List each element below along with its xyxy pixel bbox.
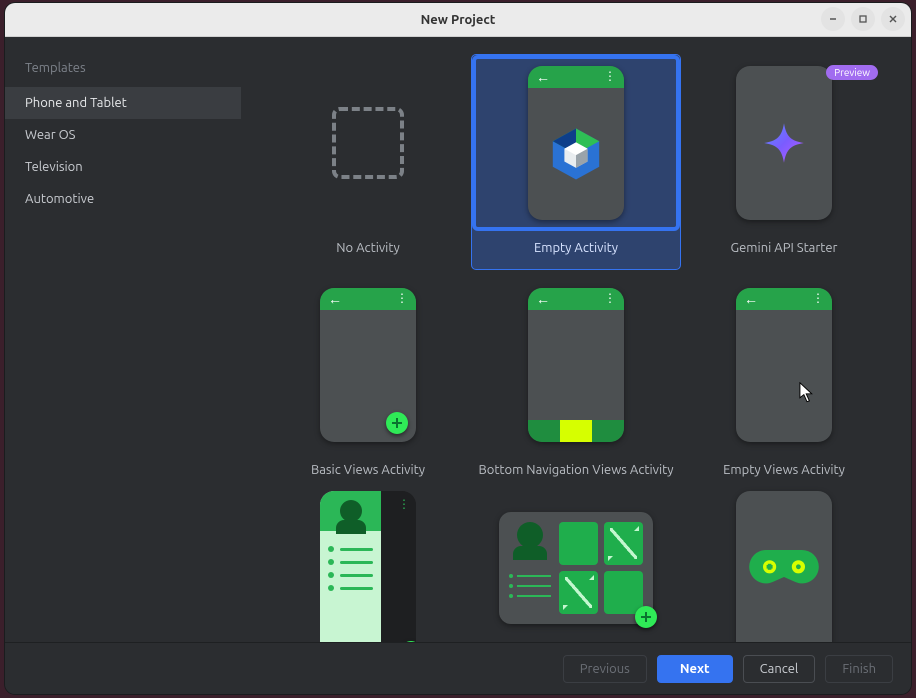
avatar-icon xyxy=(517,522,543,548)
jetpack-compose-icon xyxy=(547,125,605,183)
avatar-icon xyxy=(340,500,362,522)
overflow-menu-icon: ⋮ xyxy=(604,293,616,305)
drawer-items-icon xyxy=(320,531,381,606)
previous-button: Previous xyxy=(563,655,647,683)
template-cell-empty-views: ← ⋮ Empty Views Activity xyxy=(680,277,888,491)
template-label: Gemini API Starter xyxy=(727,231,842,269)
template-label: Empty Views Activity xyxy=(719,453,849,491)
template-label: Bottom Navigation Views Activity xyxy=(474,453,677,491)
template-label: Empty Activity xyxy=(530,231,622,269)
sidebar-item-phone-and-tablet[interactable]: Phone and Tablet xyxy=(5,87,241,119)
templates-grid: No Activity ← ⋮ xyxy=(241,37,911,637)
phone-preview: ← ⋮ xyxy=(528,288,624,442)
dashed-box-icon xyxy=(332,107,404,179)
gamepad-icon xyxy=(747,544,821,592)
template-card-game[interactable] xyxy=(680,499,888,637)
preview-appbar: ← ⋮ xyxy=(528,288,624,310)
template-card-no-activity[interactable] xyxy=(264,55,472,231)
phone-preview: ← ⋮ xyxy=(320,288,416,442)
template-card-responsive[interactable] xyxy=(472,499,680,637)
template-cell-nav-drawer: ⋮ xyxy=(264,499,472,637)
next-button[interactable]: Next xyxy=(657,655,733,683)
template-cell-basic-views: ← ⋮ Basic Views Activity xyxy=(264,277,472,491)
overflow-menu-icon: ⋮ xyxy=(604,71,616,83)
window-controls xyxy=(821,7,905,31)
template-label: Basic Views Activity xyxy=(307,453,429,491)
sidebar-item-automotive[interactable]: Automotive xyxy=(5,183,241,215)
drawer-header-icon xyxy=(320,491,381,531)
wizard-footer: Previous Next Cancel Finish xyxy=(5,642,911,694)
preview-appbar: ← ⋮ xyxy=(736,288,832,310)
template-cell-empty-activity: ← ⋮ xyxy=(472,55,680,269)
template-card-basic-views[interactable]: ← ⋮ xyxy=(264,277,472,453)
phone-preview: ← ⋮ xyxy=(528,66,624,220)
overflow-menu-icon: ⋮ xyxy=(396,293,408,305)
template-cell-gemini: Preview xyxy=(680,55,888,269)
maximize-button[interactable] xyxy=(851,7,875,31)
preview-appbar: ← ⋮ xyxy=(320,288,416,310)
minimize-button[interactable] xyxy=(821,7,845,31)
phone-preview: ⋮ xyxy=(320,491,416,642)
dialog-body: Templates Phone and Tablet Wear OS Telev… xyxy=(5,37,911,642)
fab-add-icon xyxy=(400,641,416,642)
back-arrow-icon: ← xyxy=(744,292,758,306)
templates-main: No Activity ← ⋮ xyxy=(241,37,911,642)
tablet-preview xyxy=(499,512,653,624)
overflow-menu-icon: ⋮ xyxy=(812,293,824,305)
fab-add-icon xyxy=(635,606,657,628)
finish-button: Finish xyxy=(825,655,893,683)
sidebar-section-title: Templates xyxy=(5,55,241,87)
template-card-empty-views[interactable]: ← ⋮ xyxy=(680,277,888,453)
template-card-gemini[interactable]: Preview xyxy=(680,55,888,231)
preview-appbar: ← ⋮ xyxy=(528,66,624,88)
new-project-window: New Project Templates Phone and Tablet W… xyxy=(5,3,911,694)
bottom-nav-icon xyxy=(528,420,624,442)
template-card-nav-drawer[interactable]: ⋮ xyxy=(264,499,472,637)
phone-preview xyxy=(736,66,832,220)
back-arrow-icon: ← xyxy=(536,292,550,306)
template-cell-responsive xyxy=(472,499,680,637)
window-title: New Project xyxy=(421,13,496,27)
sidebar-item-television[interactable]: Television xyxy=(5,151,241,183)
fab-add-icon xyxy=(386,412,408,434)
phone-preview: ← ⋮ xyxy=(736,288,832,442)
phone-preview xyxy=(736,491,832,642)
back-arrow-icon: ← xyxy=(328,292,342,306)
preview-badge: Preview xyxy=(826,65,878,80)
overflow-menu-icon: ⋮ xyxy=(398,497,410,511)
templates-sidebar: Templates Phone and Tablet Wear OS Telev… xyxy=(5,37,241,642)
template-cell-bottom-nav: ← ⋮ Bottom Navigation Views Activity xyxy=(472,277,680,491)
close-button[interactable] xyxy=(881,7,905,31)
template-cell-no-activity: No Activity xyxy=(264,55,472,269)
template-cell-game xyxy=(680,499,888,637)
cancel-button[interactable]: Cancel xyxy=(743,655,816,683)
back-arrow-icon: ← xyxy=(536,70,550,84)
gemini-star-icon xyxy=(762,121,806,165)
template-card-bottom-nav[interactable]: ← ⋮ xyxy=(472,277,680,453)
sidebar-item-wear-os[interactable]: Wear OS xyxy=(5,119,241,151)
titlebar: New Project xyxy=(5,3,911,37)
template-label: No Activity xyxy=(332,231,403,269)
template-card-empty-activity[interactable]: ← ⋮ xyxy=(472,55,680,231)
